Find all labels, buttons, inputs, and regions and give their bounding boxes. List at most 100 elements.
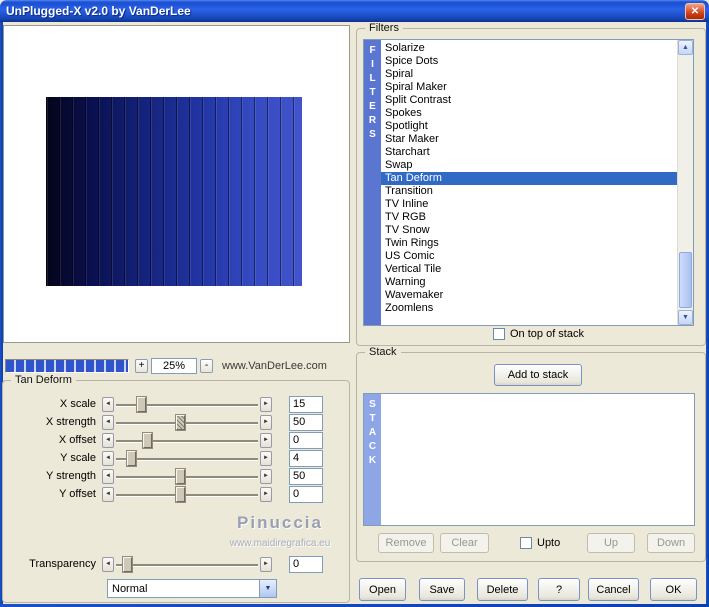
slider-arrow-left-icon[interactable]: ◄: [102, 433, 114, 448]
slider-arrow-right-icon[interactable]: ►: [260, 415, 272, 430]
slider-thumb[interactable]: [143, 433, 152, 448]
slider-label: X offset: [2, 434, 101, 446]
slider-value-field[interactable]: 0: [289, 556, 323, 573]
window-title: UnPlugged-X v2.0 by VanDerLee: [0, 4, 191, 18]
list-item[interactable]: Warning: [381, 276, 677, 289]
list-item[interactable]: Tan Deform: [381, 172, 677, 185]
blend-mode-value: Normal: [108, 583, 259, 595]
list-item[interactable]: US Comic: [381, 250, 677, 263]
save-button[interactable]: Save: [419, 578, 465, 601]
slider-arrow-left-icon[interactable]: ◄: [102, 397, 114, 412]
zoom-in-button[interactable]: +: [135, 359, 148, 373]
slider-value-field[interactable]: 50: [289, 414, 323, 431]
slider-arrow-left-icon[interactable]: ◄: [102, 557, 114, 572]
help-button[interactable]: ?: [538, 578, 580, 601]
slider-value-field[interactable]: 0: [289, 432, 323, 449]
close-button[interactable]: ✕: [685, 3, 705, 20]
list-item[interactable]: Swap: [381, 159, 677, 172]
list-item[interactable]: Spiral: [381, 68, 677, 81]
filter-list: SolarizeSpice DotsSpiralSpiral MakerSpli…: [381, 40, 677, 325]
delete-button[interactable]: Delete: [477, 578, 528, 601]
slider-value-field[interactable]: 4: [289, 450, 323, 467]
list-item[interactable]: Starchart: [381, 146, 677, 159]
slider-label: Y scale: [2, 452, 101, 464]
stack-list-area[interactable]: [381, 394, 694, 525]
zoom-out-button[interactable]: -: [200, 359, 213, 373]
slider-value-field[interactable]: 50: [289, 468, 323, 485]
list-item[interactable]: Split Contrast: [381, 94, 677, 107]
list-item[interactable]: Star Maker: [381, 133, 677, 146]
transparency-row: Transparency◄►0: [2, 555, 334, 573]
list-item[interactable]: Zoomlens: [381, 302, 677, 315]
up-button: Up: [587, 533, 635, 553]
watermark-name: Pinuccia: [180, 513, 380, 533]
filters-scrollbar[interactable]: ▲ ▼: [677, 40, 693, 325]
open-button[interactable]: Open: [359, 578, 406, 601]
slider-track[interactable]: [116, 396, 258, 413]
slider-arrow-left-icon[interactable]: ◄: [102, 487, 114, 502]
scrollbar-thumb[interactable]: [679, 252, 692, 308]
close-icon: ✕: [691, 6, 699, 17]
chevron-down-icon[interactable]: ▼: [259, 580, 276, 597]
slider-arrow-right-icon[interactable]: ►: [260, 433, 272, 448]
slider-track[interactable]: [116, 450, 258, 467]
vanderlee-website-text: www.VanDerLee.com: [222, 360, 327, 372]
add-to-stack-button[interactable]: Add to stack: [494, 364, 582, 386]
slider-thumb[interactable]: [123, 557, 132, 572]
slider-track[interactable]: [116, 556, 258, 573]
on-top-of-stack-row: On top of stack: [493, 328, 584, 340]
slider-thumb[interactable]: [176, 469, 185, 484]
down-button: Down: [647, 533, 695, 553]
slider-thumb[interactable]: [176, 487, 185, 502]
list-item[interactable]: Vertical Tile: [381, 263, 677, 276]
slider-arrow-left-icon[interactable]: ◄: [102, 415, 114, 430]
list-item[interactable]: TV Inline: [381, 198, 677, 211]
list-item[interactable]: Transition: [381, 185, 677, 198]
progress-segment-bar: [5, 359, 129, 373]
slider-track[interactable]: [116, 468, 258, 485]
ok-button[interactable]: OK: [650, 578, 697, 601]
upto-checkbox[interactable]: [520, 537, 532, 549]
scroll-up-icon[interactable]: ▲: [678, 40, 693, 55]
slider-thumb[interactable]: [137, 397, 146, 412]
list-item[interactable]: TV Snow: [381, 224, 677, 237]
slider-arrow-right-icon[interactable]: ►: [260, 397, 272, 412]
on-top-of-stack-checkbox[interactable]: [493, 328, 505, 340]
slider-arrow-left-icon[interactable]: ◄: [102, 469, 114, 484]
watermark-site: www.maidiregrafica.eu: [180, 538, 380, 549]
list-item[interactable]: Spiral Maker: [381, 81, 677, 94]
slider-arrow-left-icon[interactable]: ◄: [102, 451, 114, 466]
slider-track[interactable]: [116, 414, 258, 431]
list-item[interactable]: Twin Rings: [381, 237, 677, 250]
preview-image[interactable]: [46, 97, 302, 286]
list-item[interactable]: Wavemaker: [381, 289, 677, 302]
list-item[interactable]: Solarize: [381, 42, 677, 55]
upto-label: Upto: [537, 537, 560, 549]
preview-panel: [3, 25, 350, 343]
list-item[interactable]: Spice Dots: [381, 55, 677, 68]
blend-mode-dropdown[interactable]: Normal ▼: [107, 579, 277, 598]
slider-arrow-right-icon[interactable]: ►: [260, 487, 272, 502]
slider-track[interactable]: [116, 486, 258, 503]
slider-label: Y strength: [2, 470, 101, 482]
clear-button: Clear: [440, 533, 489, 553]
slider-value-field[interactable]: 0: [289, 486, 323, 503]
slider-arrow-right-icon[interactable]: ►: [260, 557, 272, 572]
scroll-down-icon[interactable]: ▼: [678, 310, 693, 325]
stack-vertical-banner: STACK: [364, 394, 381, 525]
slider-arrow-right-icon[interactable]: ►: [260, 451, 272, 466]
cancel-button[interactable]: Cancel: [588, 578, 639, 601]
slider-thumb[interactable]: [176, 415, 185, 430]
unplugged-x-dialog: UnPlugged-X v2.0 by VanDerLee ✕ + 25% - …: [0, 0, 709, 607]
slider-label: X strength: [2, 416, 101, 428]
zoom-level-field[interactable]: 25%: [151, 358, 197, 374]
slider-arrow-right-icon[interactable]: ►: [260, 469, 272, 484]
slider-label: X scale: [2, 398, 101, 410]
titlebar[interactable]: UnPlugged-X v2.0 by VanDerLee: [0, 0, 709, 22]
list-item[interactable]: Spotlight: [381, 120, 677, 133]
slider-value-field[interactable]: 15: [289, 396, 323, 413]
slider-track[interactable]: [116, 432, 258, 449]
slider-thumb[interactable]: [127, 451, 136, 466]
list-item[interactable]: Spokes: [381, 107, 677, 120]
list-item[interactable]: TV RGB: [381, 211, 677, 224]
